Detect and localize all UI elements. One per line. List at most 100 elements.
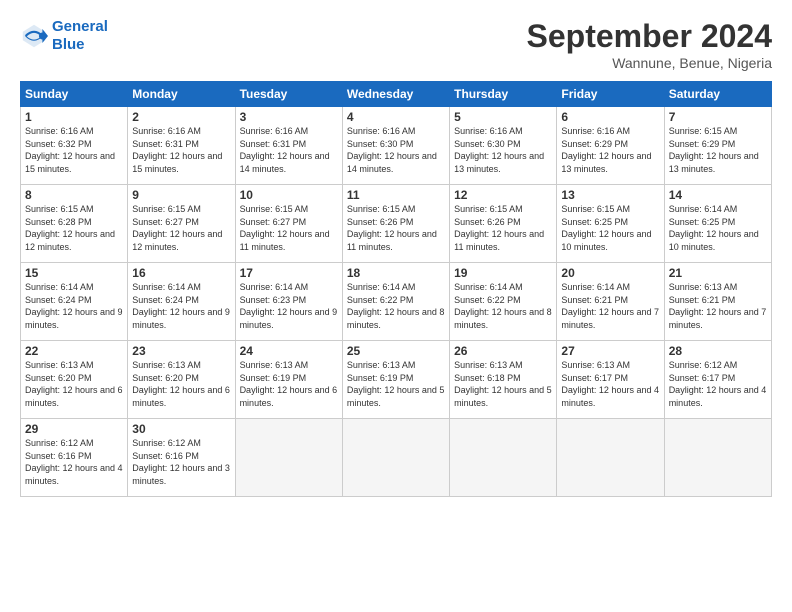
day-info: Sunrise: 6:13 AM Sunset: 6:17 PM Dayligh… xyxy=(561,359,659,409)
day-info: Sunrise: 6:13 AM Sunset: 6:19 PM Dayligh… xyxy=(347,359,445,409)
table-row: 23 Sunrise: 6:13 AM Sunset: 6:20 PM Dayl… xyxy=(128,341,235,419)
day-info: Sunrise: 6:14 AM Sunset: 6:22 PM Dayligh… xyxy=(347,281,445,331)
day-number: 6 xyxy=(561,110,659,124)
day-number: 2 xyxy=(132,110,230,124)
table-row: 12 Sunrise: 6:15 AM Sunset: 6:26 PM Dayl… xyxy=(450,185,557,263)
day-info: Sunrise: 6:13 AM Sunset: 6:20 PM Dayligh… xyxy=(132,359,230,409)
day-number: 20 xyxy=(561,266,659,280)
table-row: 11 Sunrise: 6:15 AM Sunset: 6:26 PM Dayl… xyxy=(342,185,449,263)
calendar-week-row: 29 Sunrise: 6:12 AM Sunset: 6:16 PM Dayl… xyxy=(21,419,772,497)
table-row: 30 Sunrise: 6:12 AM Sunset: 6:16 PM Dayl… xyxy=(128,419,235,497)
table-row: 17 Sunrise: 6:14 AM Sunset: 6:23 PM Dayl… xyxy=(235,263,342,341)
day-number: 4 xyxy=(347,110,445,124)
day-number: 23 xyxy=(132,344,230,358)
logo-icon xyxy=(20,22,48,50)
table-row: 15 Sunrise: 6:14 AM Sunset: 6:24 PM Dayl… xyxy=(21,263,128,341)
table-row: 24 Sunrise: 6:13 AM Sunset: 6:19 PM Dayl… xyxy=(235,341,342,419)
day-number: 15 xyxy=(25,266,123,280)
day-info: Sunrise: 6:15 AM Sunset: 6:29 PM Dayligh… xyxy=(669,125,767,175)
day-number: 18 xyxy=(347,266,445,280)
day-number: 8 xyxy=(25,188,123,202)
table-row xyxy=(235,419,342,497)
day-number: 13 xyxy=(561,188,659,202)
day-info: Sunrise: 6:16 AM Sunset: 6:31 PM Dayligh… xyxy=(132,125,230,175)
day-info: Sunrise: 6:12 AM Sunset: 6:17 PM Dayligh… xyxy=(669,359,767,409)
table-row xyxy=(557,419,664,497)
day-number: 21 xyxy=(669,266,767,280)
calendar-table: Sunday Monday Tuesday Wednesday Thursday… xyxy=(20,81,772,497)
calendar-week-row: 15 Sunrise: 6:14 AM Sunset: 6:24 PM Dayl… xyxy=(21,263,772,341)
table-row: 9 Sunrise: 6:15 AM Sunset: 6:27 PM Dayli… xyxy=(128,185,235,263)
col-wednesday: Wednesday xyxy=(342,82,449,107)
table-row: 25 Sunrise: 6:13 AM Sunset: 6:19 PM Dayl… xyxy=(342,341,449,419)
day-number: 19 xyxy=(454,266,552,280)
table-row: 3 Sunrise: 6:16 AM Sunset: 6:31 PM Dayli… xyxy=(235,107,342,185)
day-info: Sunrise: 6:16 AM Sunset: 6:30 PM Dayligh… xyxy=(454,125,552,175)
day-number: 9 xyxy=(132,188,230,202)
day-info: Sunrise: 6:15 AM Sunset: 6:27 PM Dayligh… xyxy=(240,203,338,253)
page: General Blue September 2024 Wannune, Ben… xyxy=(0,0,792,612)
col-tuesday: Tuesday xyxy=(235,82,342,107)
table-row: 29 Sunrise: 6:12 AM Sunset: 6:16 PM Dayl… xyxy=(21,419,128,497)
col-thursday: Thursday xyxy=(450,82,557,107)
day-number: 29 xyxy=(25,422,123,436)
day-number: 28 xyxy=(669,344,767,358)
day-info: Sunrise: 6:15 AM Sunset: 6:27 PM Dayligh… xyxy=(132,203,230,253)
day-info: Sunrise: 6:16 AM Sunset: 6:31 PM Dayligh… xyxy=(240,125,338,175)
table-row xyxy=(342,419,449,497)
day-number: 3 xyxy=(240,110,338,124)
day-number: 14 xyxy=(669,188,767,202)
table-row: 13 Sunrise: 6:15 AM Sunset: 6:25 PM Dayl… xyxy=(557,185,664,263)
table-row: 1 Sunrise: 6:16 AM Sunset: 6:32 PM Dayli… xyxy=(21,107,128,185)
day-number: 11 xyxy=(347,188,445,202)
day-info: Sunrise: 6:16 AM Sunset: 6:29 PM Dayligh… xyxy=(561,125,659,175)
table-row: 20 Sunrise: 6:14 AM Sunset: 6:21 PM Dayl… xyxy=(557,263,664,341)
day-info: Sunrise: 6:14 AM Sunset: 6:24 PM Dayligh… xyxy=(132,281,230,331)
day-number: 1 xyxy=(25,110,123,124)
day-info: Sunrise: 6:13 AM Sunset: 6:18 PM Dayligh… xyxy=(454,359,552,409)
day-number: 17 xyxy=(240,266,338,280)
day-info: Sunrise: 6:15 AM Sunset: 6:26 PM Dayligh… xyxy=(454,203,552,253)
table-row: 8 Sunrise: 6:15 AM Sunset: 6:28 PM Dayli… xyxy=(21,185,128,263)
day-number: 22 xyxy=(25,344,123,358)
day-info: Sunrise: 6:16 AM Sunset: 6:32 PM Dayligh… xyxy=(25,125,123,175)
table-row: 7 Sunrise: 6:15 AM Sunset: 6:29 PM Dayli… xyxy=(664,107,771,185)
location: Wannune, Benue, Nigeria xyxy=(527,55,772,71)
col-monday: Monday xyxy=(128,82,235,107)
table-row: 4 Sunrise: 6:16 AM Sunset: 6:30 PM Dayli… xyxy=(342,107,449,185)
day-number: 7 xyxy=(669,110,767,124)
day-info: Sunrise: 6:16 AM Sunset: 6:30 PM Dayligh… xyxy=(347,125,445,175)
calendar-week-row: 1 Sunrise: 6:16 AM Sunset: 6:32 PM Dayli… xyxy=(21,107,772,185)
day-info: Sunrise: 6:14 AM Sunset: 6:22 PM Dayligh… xyxy=(454,281,552,331)
table-row: 18 Sunrise: 6:14 AM Sunset: 6:22 PM Dayl… xyxy=(342,263,449,341)
col-sunday: Sunday xyxy=(21,82,128,107)
day-number: 12 xyxy=(454,188,552,202)
day-info: Sunrise: 6:12 AM Sunset: 6:16 PM Dayligh… xyxy=(25,437,123,487)
day-info: Sunrise: 6:13 AM Sunset: 6:19 PM Dayligh… xyxy=(240,359,338,409)
day-info: Sunrise: 6:14 AM Sunset: 6:23 PM Dayligh… xyxy=(240,281,338,331)
calendar-header-row: Sunday Monday Tuesday Wednesday Thursday… xyxy=(21,82,772,107)
table-row: 19 Sunrise: 6:14 AM Sunset: 6:22 PM Dayl… xyxy=(450,263,557,341)
col-friday: Friday xyxy=(557,82,664,107)
day-info: Sunrise: 6:15 AM Sunset: 6:25 PM Dayligh… xyxy=(561,203,659,253)
day-number: 25 xyxy=(347,344,445,358)
logo-text: General Blue xyxy=(52,18,108,54)
day-number: 10 xyxy=(240,188,338,202)
table-row: 28 Sunrise: 6:12 AM Sunset: 6:17 PM Dayl… xyxy=(664,341,771,419)
day-info: Sunrise: 6:13 AM Sunset: 6:20 PM Dayligh… xyxy=(25,359,123,409)
logo: General Blue xyxy=(20,18,108,54)
table-row: 21 Sunrise: 6:13 AM Sunset: 6:21 PM Dayl… xyxy=(664,263,771,341)
col-saturday: Saturday xyxy=(664,82,771,107)
table-row: 10 Sunrise: 6:15 AM Sunset: 6:27 PM Dayl… xyxy=(235,185,342,263)
table-row: 26 Sunrise: 6:13 AM Sunset: 6:18 PM Dayl… xyxy=(450,341,557,419)
table-row: 16 Sunrise: 6:14 AM Sunset: 6:24 PM Dayl… xyxy=(128,263,235,341)
table-row: 6 Sunrise: 6:16 AM Sunset: 6:29 PM Dayli… xyxy=(557,107,664,185)
day-number: 27 xyxy=(561,344,659,358)
day-number: 24 xyxy=(240,344,338,358)
header: General Blue September 2024 Wannune, Ben… xyxy=(20,18,772,71)
table-row xyxy=(664,419,771,497)
table-row: 22 Sunrise: 6:13 AM Sunset: 6:20 PM Dayl… xyxy=(21,341,128,419)
day-info: Sunrise: 6:15 AM Sunset: 6:26 PM Dayligh… xyxy=(347,203,445,253)
calendar-week-row: 22 Sunrise: 6:13 AM Sunset: 6:20 PM Dayl… xyxy=(21,341,772,419)
day-number: 30 xyxy=(132,422,230,436)
